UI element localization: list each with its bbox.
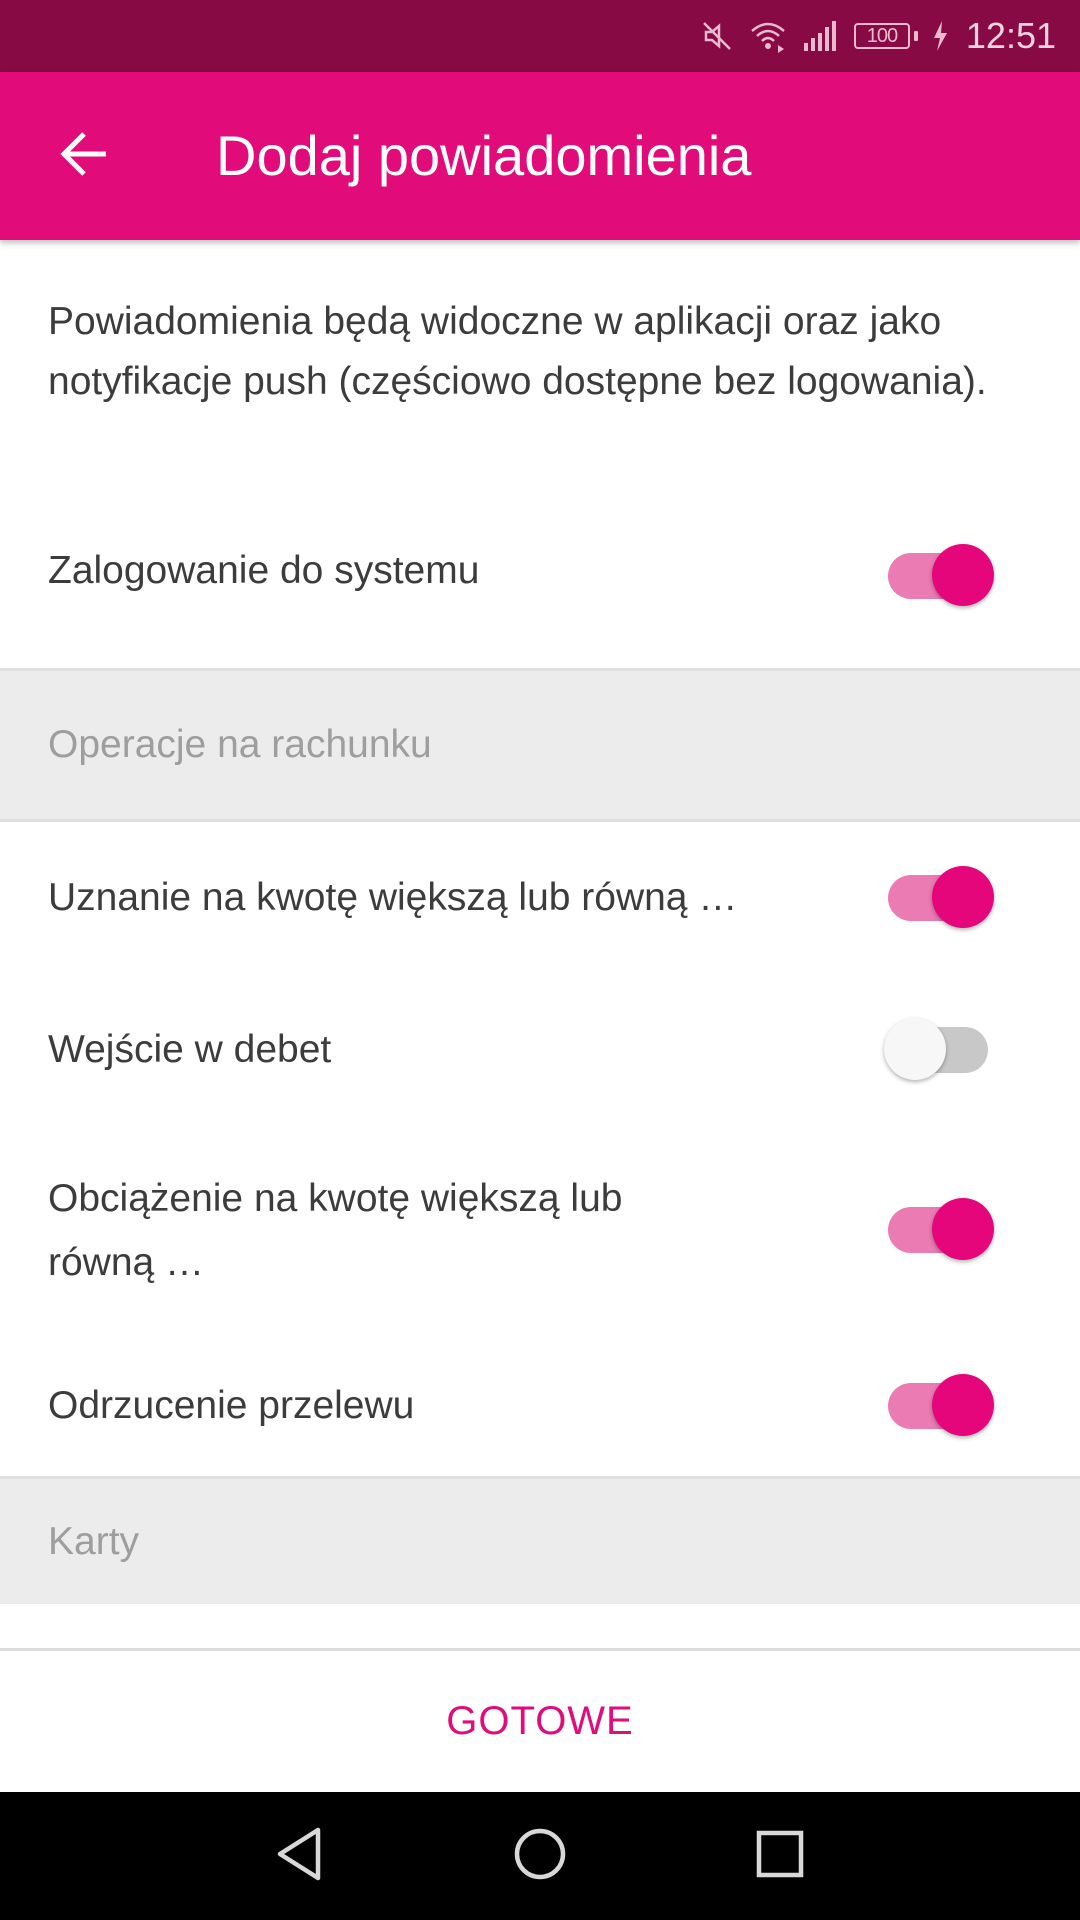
setting-row-transfer-rejected: Odrzucenie przelewu xyxy=(0,1336,1080,1476)
toggle-knob xyxy=(932,544,994,606)
toggle-knob xyxy=(932,1374,994,1436)
back-button[interactable] xyxy=(40,112,128,200)
section-title: Karty xyxy=(48,1519,140,1563)
setting-label: Odrzucenie przelewu xyxy=(48,1384,415,1427)
section-header-account-operations: Operacje na rachunku xyxy=(0,668,1080,822)
done-bar: GOTOWE xyxy=(0,1648,1080,1792)
system-nav-bar xyxy=(0,1792,1080,1920)
nav-home-button[interactable] xyxy=(500,1816,580,1896)
section-title: Operacje na rachunku xyxy=(48,723,432,766)
mute-icon xyxy=(700,19,734,53)
nav-recents-button[interactable] xyxy=(740,1816,820,1896)
back-triangle-icon xyxy=(274,1826,326,1887)
debit-toggle[interactable] xyxy=(884,1018,988,1080)
battery-level: 100 xyxy=(853,23,910,49)
setting-row-credit: Uznanie na kwotę większą lub równą … xyxy=(0,822,1080,974)
setting-row-charge: Obciążenie na kwotę większą lub równą … xyxy=(0,1126,1080,1336)
wifi-icon xyxy=(748,19,788,53)
toggle-knob xyxy=(932,1198,994,1260)
charge-toggle[interactable] xyxy=(888,1198,994,1260)
settings-content: Powiadomienia będą widoczne w aplikacji … xyxy=(0,240,1080,1604)
setting-row-debit: Wejście w debet xyxy=(0,974,1080,1126)
nav-back-button[interactable] xyxy=(260,1816,340,1896)
setting-label: Wejście w debet xyxy=(48,1028,332,1071)
recents-square-icon xyxy=(755,1829,805,1884)
status-bar: 100 12:51 xyxy=(0,0,1080,72)
signal-icon xyxy=(802,19,840,53)
toggle-knob xyxy=(884,1018,946,1080)
setting-label: Zalogowanie do systemu xyxy=(48,549,480,592)
credit-toggle[interactable] xyxy=(888,866,994,928)
arrow-back-icon xyxy=(58,128,110,185)
status-icons: 100 12:51 xyxy=(700,0,1056,72)
done-button[interactable]: GOTOWE xyxy=(0,1651,1080,1792)
toggle-knob xyxy=(932,866,994,928)
battery-icon: 100 xyxy=(853,23,918,49)
app-bar: Dodaj powiadomienia xyxy=(0,72,1080,240)
setting-label: Obciążenie na kwotę większą lub równą … xyxy=(48,1177,623,1284)
battery-cap xyxy=(913,31,918,41)
login-toggle[interactable] xyxy=(888,544,994,606)
setting-row-login: Zalogowanie do systemu xyxy=(0,518,1080,668)
setting-label: Uznanie na kwotę większą lub równą … xyxy=(48,876,738,919)
page-title: Dodaj powiadomienia xyxy=(216,124,752,187)
intro-text: Powiadomienia będą widoczne w aplikacji … xyxy=(48,300,987,403)
section-header-cards: Karty xyxy=(0,1476,1080,1604)
transfer-rejected-toggle[interactable] xyxy=(888,1374,994,1436)
home-circle-icon xyxy=(512,1826,568,1887)
charging-icon xyxy=(932,21,948,51)
status-time: 12:51 xyxy=(965,15,1056,56)
